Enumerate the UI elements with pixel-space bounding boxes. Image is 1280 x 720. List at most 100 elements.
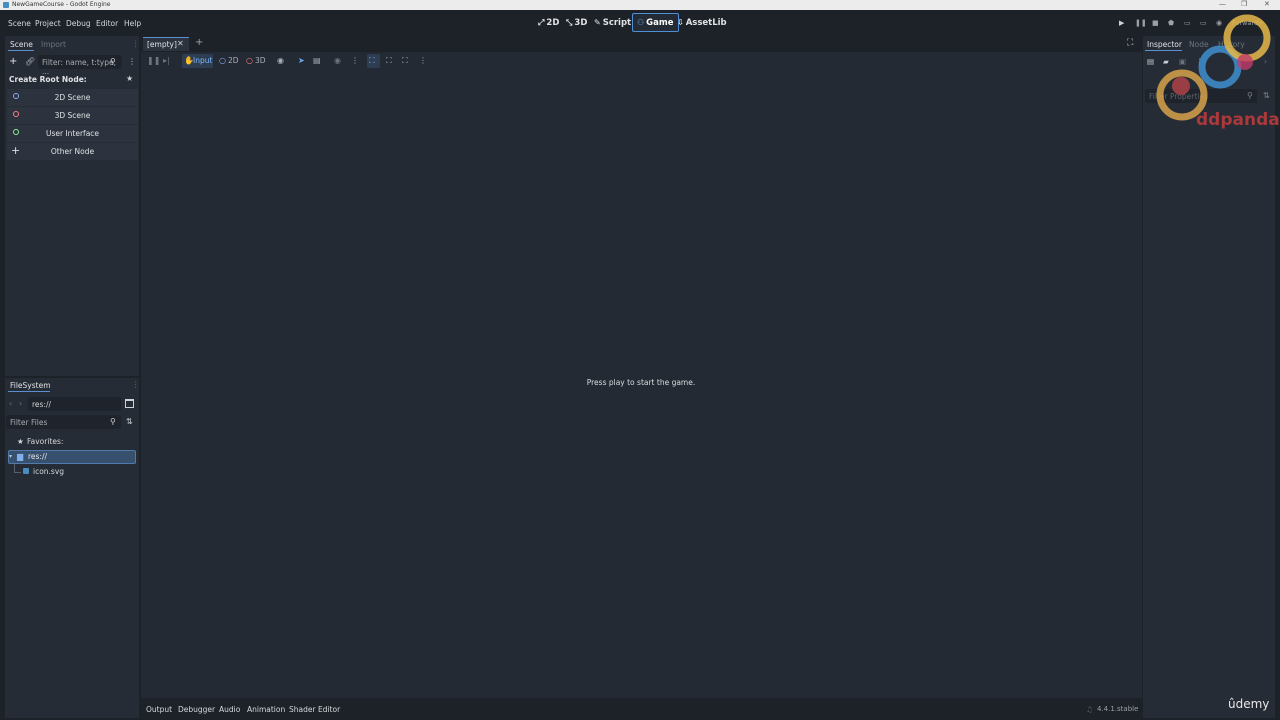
select-tool-icon[interactable]: ➤ (298, 56, 305, 65)
favorites-icon: ★ (17, 437, 24, 446)
assetlib-icon: ⇩ (677, 18, 684, 27)
scene-options-icon[interactable]: ⋮ (128, 57, 136, 66)
workspace-game[interactable]: ⚇ Game (632, 13, 679, 32)
tab-audio[interactable]: Audio (219, 705, 240, 714)
inspector-search-icon: ⚲ (1247, 91, 1253, 100)
favorites-star-icon[interactable]: ★ (126, 74, 133, 83)
menu-help[interactable]: Help (124, 19, 141, 28)
godot-app-icon (3, 2, 9, 8)
tab-shader-editor[interactable]: Shader Editor (289, 705, 340, 714)
camera-icon[interactable]: ◉ (334, 56, 341, 65)
pause-game-icon[interactable]: ❚❚ (147, 56, 160, 65)
close-tab-icon[interactable]: ✕ (177, 39, 184, 48)
tab-scene[interactable]: Scene (10, 40, 33, 49)
pause-icon[interactable]: ❚❚ (1135, 19, 1147, 27)
res-root-label: res:// (28, 452, 48, 461)
inspector-dock (1143, 36, 1275, 718)
add-node-icon[interactable]: + (9, 56, 17, 67)
game-icon: ⚇ (637, 18, 645, 27)
workspace-script[interactable]: ✎ Script (590, 13, 635, 32)
workspace-assetlib[interactable]: ⇩ AssetLib (673, 13, 731, 32)
tab-animation[interactable]: Animation (247, 705, 285, 714)
tab-filesystem-underline (8, 391, 50, 392)
search-icon: ⚲ (110, 57, 116, 66)
new-resource-icon[interactable]: ▤ (1147, 57, 1154, 66)
history-next-icon[interactable]: › (1264, 57, 1267, 66)
distraction-free-icon[interactable]: ⛶ (1127, 38, 1133, 48)
tab-history[interactable]: History (1218, 40, 1245, 49)
remote-debug-icon[interactable]: ⬟ (1168, 19, 1174, 27)
path-field[interactable]: res:// (28, 397, 121, 411)
play-icon[interactable]: ▶ (1119, 19, 1124, 27)
renderer-select[interactable]: Forward+ (1232, 19, 1264, 27)
version-icon: ♫ (1086, 705, 1093, 714)
back-icon[interactable]: ‹ (9, 399, 12, 408)
2d-mode-label[interactable]: 2D (228, 56, 239, 65)
stop-icon[interactable]: ■ (1152, 19, 1159, 27)
3d-mode-label[interactable]: 3D (255, 56, 266, 65)
filter-files-input[interactable]: Filter Files (6, 415, 121, 429)
close-icon[interactable]: ✕ (1264, 0, 1270, 8)
user-interface-button[interactable]: User Interface (7, 125, 138, 142)
game-viewport[interactable] (141, 52, 1142, 698)
3d-scene-button[interactable]: 3D Scene (7, 107, 138, 124)
tree-branch (14, 472, 21, 473)
tab-node[interactable]: Node (1189, 40, 1209, 49)
play-custom-icon[interactable]: ▭ (1200, 19, 1207, 27)
version-label[interactable]: 4.4.1.stable (1097, 705, 1138, 713)
play-scene-icon[interactable]: ▭ (1184, 19, 1191, 27)
next-frame-icon[interactable]: ▸| (163, 56, 170, 65)
link-icon[interactable]: 🔗︎ (25, 57, 35, 66)
menu-debug[interactable]: Debug (66, 19, 91, 28)
3d-scene-label: 3D Scene (54, 111, 91, 120)
list-select-icon[interactable]: ▤ (313, 56, 321, 65)
minimize-icon[interactable]: — (1219, 0, 1226, 8)
window-title: NewGameCourse - Godot Engine (12, 1, 111, 8)
workspace-script-label: Script (602, 17, 632, 28)
menu-scene[interactable]: Scene (8, 19, 31, 28)
workspace-3d[interactable]: ⤡ 3D (562, 13, 591, 32)
sort-icon[interactable]: ⇅ (126, 417, 133, 426)
stretch-icon[interactable]: ⛶ (402, 56, 408, 66)
tab-import[interactable]: Import (41, 40, 66, 49)
filesystem-menu-icon[interactable]: ⋮ (132, 380, 140, 389)
scene-tabs-bar (141, 36, 1142, 52)
collapse-arrow-icon[interactable]: ▾ (9, 453, 12, 460)
menu-project[interactable]: Project (35, 19, 61, 28)
folder-icon: ▆ (17, 452, 24, 461)
embed-more-icon[interactable]: ⋮ (419, 56, 427, 65)
scene-dock (5, 36, 139, 376)
2d-scene-button[interactable]: 2D Scene (7, 89, 138, 106)
workspace-2d[interactable]: ⤢ 2D (534, 13, 563, 32)
scene-tab-label: [empty] (147, 40, 177, 49)
path-text: res:// (32, 400, 52, 409)
other-node-label: Other Node (50, 147, 95, 156)
file-icon-svg[interactable]: icon.svg (33, 467, 64, 476)
filter-properties-input[interactable]: Filter Properties (1145, 89, 1257, 103)
2d-scene-label: 2D Scene (54, 93, 91, 102)
script-icon: ✎ (594, 18, 601, 27)
maximize-icon[interactable]: ❐ (1241, 0, 1247, 8)
forward-icon[interactable]: › (19, 399, 22, 408)
split-mode-icon[interactable] (125, 399, 134, 408)
3d-mode-icon[interactable]: ○ (246, 56, 253, 65)
inspector-sort-icon[interactable]: ⇅ (1263, 91, 1270, 100)
add-tab-icon[interactable]: + (195, 37, 203, 48)
tab-inspector[interactable]: Inspector (1147, 40, 1182, 49)
other-node-button[interactable]: + Other Node (7, 143, 138, 160)
2d-mode-icon[interactable]: ○ (219, 56, 226, 65)
tab-output[interactable]: Output (146, 705, 172, 714)
toolbar-more-icon[interactable]: ⋮ (351, 56, 359, 65)
dock-menu-icon[interactable]: ⋮ (132, 39, 140, 48)
movie-maker-icon[interactable]: ◉ (1216, 19, 1222, 27)
save-resource-icon[interactable]: ▣ (1179, 57, 1186, 66)
filesystem-search-icon: ⚲ (110, 417, 116, 426)
keep-aspect-icon[interactable]: ⛶ (386, 56, 392, 66)
tab-filesystem[interactable]: FileSystem (10, 381, 51, 390)
visibility-icon[interactable]: ◉ (277, 56, 284, 65)
tab-debugger[interactable]: Debugger (178, 705, 215, 714)
menu-editor[interactable]: Editor (96, 19, 118, 28)
inspector-more-icon[interactable]: ⋮ (1196, 57, 1204, 66)
workspace-2d-label: 2D (546, 17, 560, 28)
open-resource-icon[interactable]: ▰ (1163, 57, 1169, 66)
